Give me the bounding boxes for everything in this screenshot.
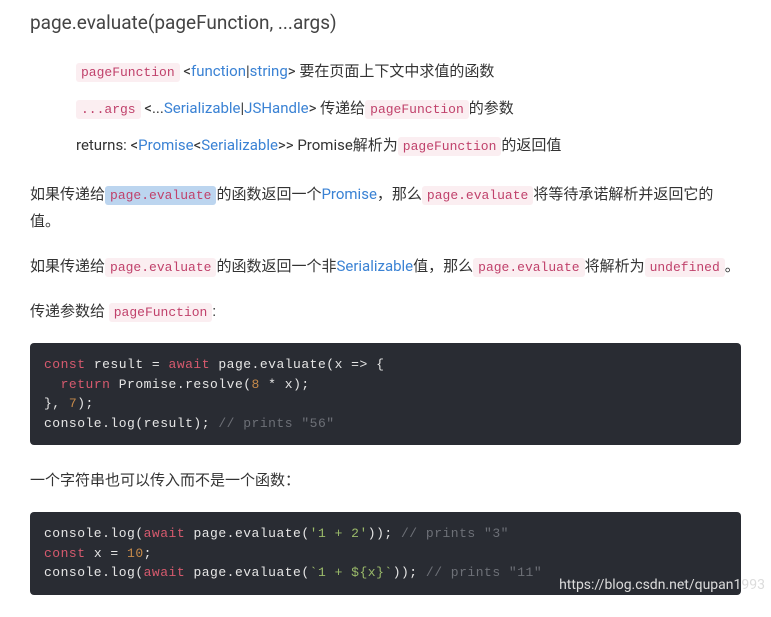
text: 的函数返回一个: [216, 185, 321, 203]
token-ident: x =: [86, 546, 128, 561]
text: 值，那么: [413, 257, 473, 275]
inline-code: page.evaluate: [422, 186, 533, 205]
token-keyword: await: [144, 526, 186, 541]
token-comment: // prints "3": [401, 526, 509, 541]
paragraph: 传递参数给 pageFunction:: [30, 298, 741, 325]
token-string: '1 + 2': [310, 526, 368, 541]
token-ident: console.log(: [44, 565, 144, 580]
token-number: 10: [127, 546, 144, 561]
token-ident: page.evaluate(x => {: [210, 357, 384, 372]
inline-code: page.evaluate: [105, 258, 216, 277]
token-ident: Promise.resolve(: [110, 377, 251, 392]
param-desc: Promise解析为: [297, 136, 397, 154]
type-link-jshandle[interactable]: JSHandle: [244, 99, 308, 117]
type-link-serializable[interactable]: Serializable: [201, 136, 278, 154]
bracket-open: <...: [141, 99, 164, 117]
token-number: 7: [69, 396, 77, 411]
token-ident: result =: [86, 357, 169, 372]
text: 的函数返回一个非: [216, 257, 336, 275]
type-link-function[interactable]: function: [191, 62, 246, 80]
text: 。: [725, 257, 740, 275]
text: 将解析为: [585, 257, 645, 275]
param-inner-code: pageFunction: [398, 137, 502, 156]
param-code: pageFunction: [76, 63, 180, 82]
param-item: pageFunction <function|string> 要在页面上下文中求…: [76, 58, 741, 85]
param-item: returns: <Promise<Serializable>> Promise…: [76, 132, 741, 159]
param-code: ...args: [76, 100, 141, 119]
type-link-serializable[interactable]: Serializable: [164, 99, 241, 117]
paragraph: 如果传递给page.evaluate的函数返回一个非Serializable值，…: [30, 253, 741, 280]
token-string: `1 + ${x}`: [310, 565, 393, 580]
token-keyword: await: [144, 565, 186, 580]
inline-code: undefined: [645, 258, 725, 277]
link-promise[interactable]: Promise: [321, 185, 376, 203]
param-desc: 传递给: [320, 99, 365, 117]
param-desc: 的返回值: [501, 136, 561, 154]
param-inner-code: pageFunction: [365, 100, 469, 119]
code-block: const result = await page.evaluate(x => …: [30, 343, 741, 445]
inline-code-highlight: page.evaluate: [105, 186, 216, 205]
token-number: 8: [252, 377, 260, 392]
token-ident: page.evaluate(: [185, 565, 310, 580]
token-punct: [44, 377, 61, 392]
token-keyword: await: [169, 357, 211, 372]
param-item: ...args <...Serializable|JSHandle> 传递给pa…: [76, 95, 741, 122]
token-comment: // prints "11": [426, 565, 542, 580]
paragraph: 如果传递给page.evaluate的函数返回一个Promise，那么page.…: [30, 181, 741, 235]
method-heading: page.evaluate(pageFunction, ...args): [30, 6, 741, 40]
token-ident: * x);: [260, 377, 310, 392]
token-ident: );: [77, 396, 94, 411]
token-comment: // prints "56": [218, 416, 334, 431]
type-link-string[interactable]: string: [250, 62, 288, 80]
token-ident: console.log(: [44, 526, 144, 541]
token-ident: ));: [393, 565, 426, 580]
token-keyword: const: [44, 357, 86, 372]
token-ident: page.evaluate(: [185, 526, 310, 541]
bracket-close: >: [309, 99, 321, 117]
text: 传递参数给: [30, 302, 109, 320]
param-desc: 要在页面上下文中求值的函数: [299, 62, 494, 80]
param-desc: 的参数: [469, 99, 514, 117]
link-serializable[interactable]: Serializable: [336, 257, 413, 275]
bracket-close: >>: [278, 136, 297, 154]
token-ident: console.log(result);: [44, 416, 218, 431]
token-keyword: const: [44, 546, 86, 561]
param-list: pageFunction <function|string> 要在页面上下文中求…: [30, 58, 741, 159]
text: 如果传递给: [30, 185, 105, 203]
paragraph: 一个字符串也可以传入而不是一个函数：: [30, 467, 741, 494]
inline-code: page.evaluate: [473, 258, 584, 277]
returns-label: returns: <: [76, 136, 138, 154]
token-ident: ;: [144, 546, 152, 561]
bracket-close: >: [288, 62, 300, 80]
token-ident: ));: [368, 526, 401, 541]
token-keyword: return: [61, 377, 111, 392]
text: :: [212, 302, 216, 320]
token-ident: },: [44, 396, 69, 411]
type-link-promise[interactable]: Promise: [138, 136, 193, 154]
bracket-open: <: [180, 62, 191, 80]
text: ，那么: [377, 185, 422, 203]
text: 如果传递给: [30, 257, 105, 275]
inline-code: pageFunction: [109, 303, 213, 322]
code-block: console.log(await page.evaluate('1 + 2')…: [30, 512, 741, 595]
